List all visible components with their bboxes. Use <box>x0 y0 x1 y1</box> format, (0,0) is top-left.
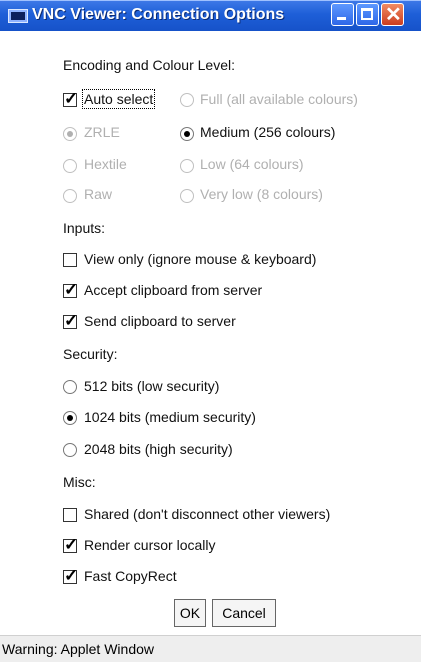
fast-copyrect-label: Fast CopyRect <box>84 568 177 584</box>
accept-clipboard-label: Accept clipboard from server <box>84 282 263 298</box>
close-button[interactable]: ✕ <box>381 3 404 26</box>
shared-label: Shared (don't disconnect other viewers) <box>84 506 331 522</box>
colour-very-low-label: Very low (8 colours) <box>200 186 323 202</box>
send-clipboard-checkbox[interactable] <box>63 311 78 331</box>
render-cursor-label: Render cursor locally <box>84 537 216 553</box>
security-2048-radio[interactable] <box>63 443 77 457</box>
security-512-label: 512 bits (low security) <box>84 378 220 394</box>
colour-medium-radio[interactable] <box>180 127 194 141</box>
minimize-icon <box>337 17 346 20</box>
inputs-section-label: Inputs: <box>63 220 106 236</box>
security-2048-label: 2048 bits (high security) <box>84 441 233 457</box>
auto-select-checkbox[interactable] <box>63 89 78 109</box>
ok-button[interactable]: OK <box>174 599 206 627</box>
encoding-zrle-label: ZRLE <box>84 124 120 140</box>
encoding-raw-label: Raw <box>84 186 113 202</box>
colour-full-label: Full (all available colours) <box>200 91 358 107</box>
title-bar[interactable]: VNC Viewer: Connection Options ✕ <box>0 0 421 31</box>
window-title: VNC Viewer: Connection Options <box>32 6 285 23</box>
maximize-icon <box>361 8 373 20</box>
encoding-hextile-radio[interactable] <box>63 159 77 173</box>
send-clipboard-label: Send clipboard to server <box>84 313 236 329</box>
colour-medium-label: Medium (256 colours) <box>200 124 336 140</box>
fast-copyrect-checkbox[interactable] <box>63 566 78 586</box>
security-512-radio[interactable] <box>63 380 77 394</box>
misc-section-label: Misc: <box>63 474 96 490</box>
encoding-hextile-label: Hextile <box>84 156 127 172</box>
security-1024-radio[interactable] <box>63 411 77 425</box>
colour-low-label: Low (64 colours) <box>200 156 304 172</box>
cancel-button[interactable]: Cancel <box>212 599 276 627</box>
close-icon: ✕ <box>385 4 402 26</box>
accept-clipboard-checkbox[interactable] <box>63 280 78 300</box>
status-bar: Warning: Applet Window <box>0 635 421 662</box>
security-1024-label: 1024 bits (medium security) <box>84 409 256 425</box>
view-only-label: View only (ignore mouse & keyboard) <box>84 251 317 267</box>
minimize-button[interactable] <box>331 3 354 26</box>
encoding-zrle-radio[interactable] <box>63 127 77 141</box>
vnc-app-icon <box>8 9 28 23</box>
security-section-label: Security: <box>63 346 118 362</box>
auto-select-label[interactable]: Auto select <box>81 89 156 109</box>
colour-low-radio[interactable] <box>180 159 194 173</box>
connection-options-window: VNC Viewer: Connection Options ✕ Encodin… <box>0 0 421 662</box>
colour-very-low-radio[interactable] <box>180 189 194 203</box>
render-cursor-checkbox[interactable] <box>63 535 78 555</box>
colour-full-radio[interactable] <box>180 93 194 107</box>
encoding-raw-radio[interactable] <box>63 189 77 203</box>
view-only-checkbox[interactable] <box>63 253 77 267</box>
options-panel: Encoding and Colour Level: Auto select Z… <box>0 31 421 635</box>
encoding-section-label: Encoding and Colour Level: <box>63 57 236 73</box>
maximize-button[interactable] <box>356 3 379 26</box>
shared-checkbox[interactable] <box>63 508 77 522</box>
applet-warning-text: Warning: Applet Window <box>2 641 154 657</box>
